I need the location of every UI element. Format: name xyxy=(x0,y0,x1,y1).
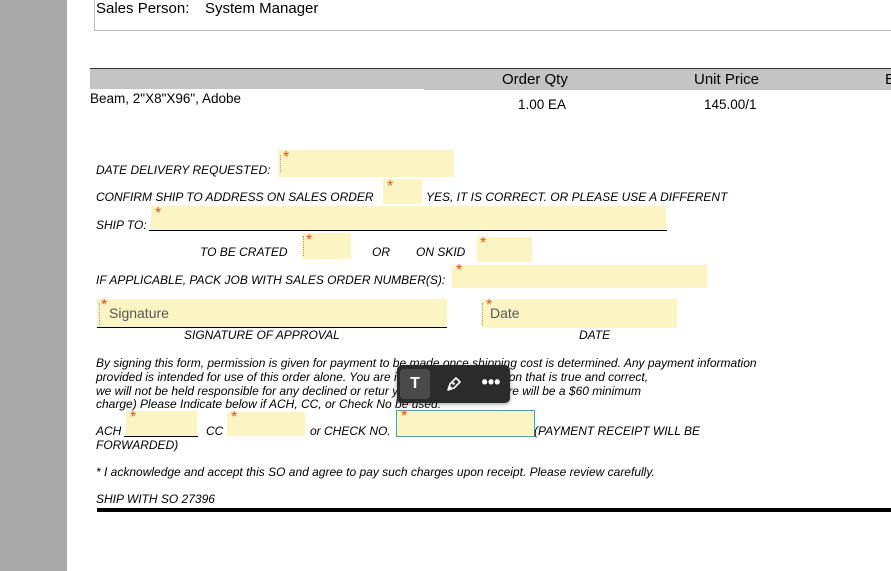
required-marker: * xyxy=(101,297,108,314)
cc-label: CC xyxy=(206,424,224,438)
required-marker: * xyxy=(155,205,162,222)
column-header-order-qty: Order Qty xyxy=(502,71,568,88)
pack-job-field[interactable] xyxy=(452,265,707,288)
signature-caption: SIGNATURE OF APPROVAL xyxy=(184,328,340,342)
field-edge xyxy=(99,303,100,325)
required-marker: * xyxy=(231,409,238,426)
viewer-gutter xyxy=(0,0,67,571)
ship-to-underline xyxy=(149,230,667,231)
annotation-toolbar: T ••• xyxy=(397,365,510,403)
table-header-bar xyxy=(90,68,891,90)
yes-correct-label: YES, IT IS CORRECT. OR PLEASE USE A DIFF… xyxy=(426,190,728,204)
field-edge xyxy=(280,155,281,172)
date-placeholder: Date xyxy=(490,305,520,321)
check-number-field[interactable] xyxy=(396,410,535,437)
forwarded-label: FORWARDED) xyxy=(96,438,179,452)
required-marker: * xyxy=(387,178,394,195)
field-edge xyxy=(482,303,483,325)
ach-label: ACH xyxy=(96,424,122,438)
field-edge xyxy=(303,236,304,256)
row-price: 145.00/1 xyxy=(704,97,757,112)
pack-job-label: IF APPLICABLE, PACK JOB WITH SALES ORDER… xyxy=(96,273,446,287)
required-marker: * xyxy=(306,232,313,249)
or-check-label: or CHECK NO. xyxy=(310,424,391,438)
required-marker: * xyxy=(456,262,463,279)
row-qty: 1.00 EA xyxy=(518,97,567,112)
column-header-ext: E xyxy=(885,71,891,88)
sales-person-value: System Manager xyxy=(205,0,319,17)
required-marker: * xyxy=(480,235,487,252)
required-marker: * xyxy=(401,408,408,425)
pen-icon[interactable] xyxy=(438,369,468,399)
payment-receipt-label: (PAYMENT RECEIPT WILL BE xyxy=(534,424,701,438)
cc-field[interactable] xyxy=(227,412,305,436)
required-marker: * xyxy=(283,149,290,166)
on-skid-label: ON SKID xyxy=(416,245,466,259)
row-description: Beam, 2"X8"X96", Adobe xyxy=(90,91,241,106)
ach-field[interactable] xyxy=(126,411,197,436)
date-delivery-field[interactable] xyxy=(278,150,454,177)
terms-line-4: charge) Please Indicate below if ACH, CC… xyxy=(96,397,442,411)
sales-person-label: Sales Person: xyxy=(96,0,190,17)
more-icon[interactable]: ••• xyxy=(476,369,506,399)
acknowledge-note: * I acknowledge and accept this SO and a… xyxy=(96,465,655,479)
or-label: OR xyxy=(372,245,390,259)
required-marker: * xyxy=(130,409,137,426)
ship-to-field[interactable] xyxy=(151,206,666,231)
ship-to-label: SHIP TO: xyxy=(96,218,147,232)
text-tool-icon[interactable]: T xyxy=(400,369,430,399)
to-be-crated-label: TO BE CRATED xyxy=(200,245,288,259)
signature-placeholder: Signature xyxy=(109,305,169,321)
terms-line-3: we will not be held responsible for any … xyxy=(96,384,641,398)
confirm-ship-label: CONFIRM SHIP TO ADDRESS ON SALES ORDER xyxy=(96,190,374,204)
date-delivery-label: DATE DELIVERY REQUESTED: xyxy=(96,163,271,177)
date-caption: DATE xyxy=(579,328,611,342)
terms-line-2: provided is intended for use of this ord… xyxy=(96,370,649,384)
column-header-unit-price: Unit Price xyxy=(694,71,760,88)
ship-with-note: SHIP WITH SO 27396 xyxy=(96,492,215,506)
ach-underline xyxy=(124,436,198,437)
footer-rule xyxy=(97,508,891,512)
